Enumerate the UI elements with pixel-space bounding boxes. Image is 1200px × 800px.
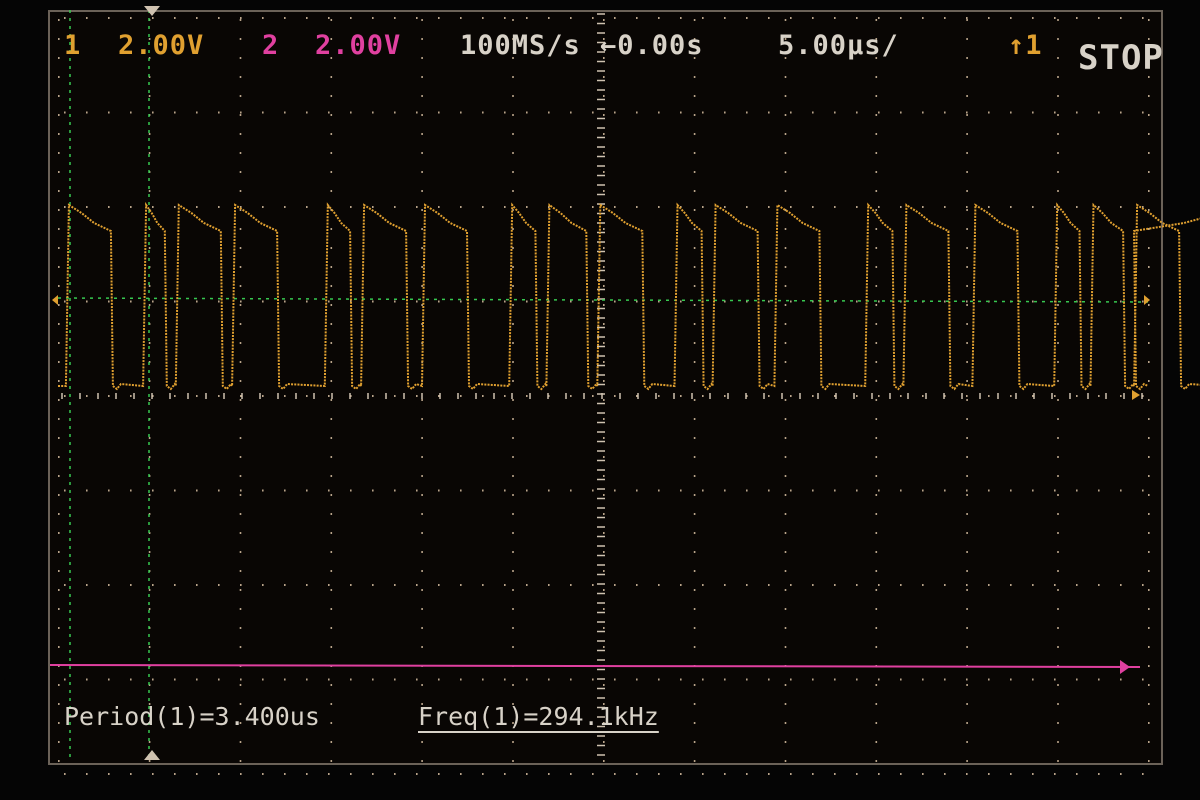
ch2-scale[interactable]: 2.00V [315,30,401,61]
ch2-label: 2 [262,30,280,61]
trigger-position-marker-top [144,6,160,16]
cursor-lines [57,10,1149,762]
trigger-position-marker-bottom [144,750,160,760]
trigger-delay[interactable]: ←0.00s [600,30,704,61]
frequency-measurement: Freq(1)=294.1kHz [418,702,659,731]
trigger-source-icon: ↑1 [1008,30,1043,61]
period-measurement: Period(1)=3.400us [64,702,320,731]
timebase[interactable]: 5.00µs/ [778,30,899,61]
graticule [58,13,1150,775]
ch2-trace [49,664,1141,668]
ch1-level-marker-right [1144,295,1150,305]
ch1-scale[interactable]: 2.00V [118,30,204,61]
ch1-level-marker [52,295,58,305]
traces [49,201,1200,668]
center-axis-ticks [61,13,1143,756]
ch2-ground-marker [1120,660,1130,674]
ch1-ground-marker [1132,390,1140,400]
run-state[interactable]: STOP [1078,38,1164,78]
ch1-trace [58,201,1200,391]
ch1-label: 1 [64,30,82,61]
waveform-display [49,6,1200,775]
sample-rate: 100MS/s [460,30,581,61]
